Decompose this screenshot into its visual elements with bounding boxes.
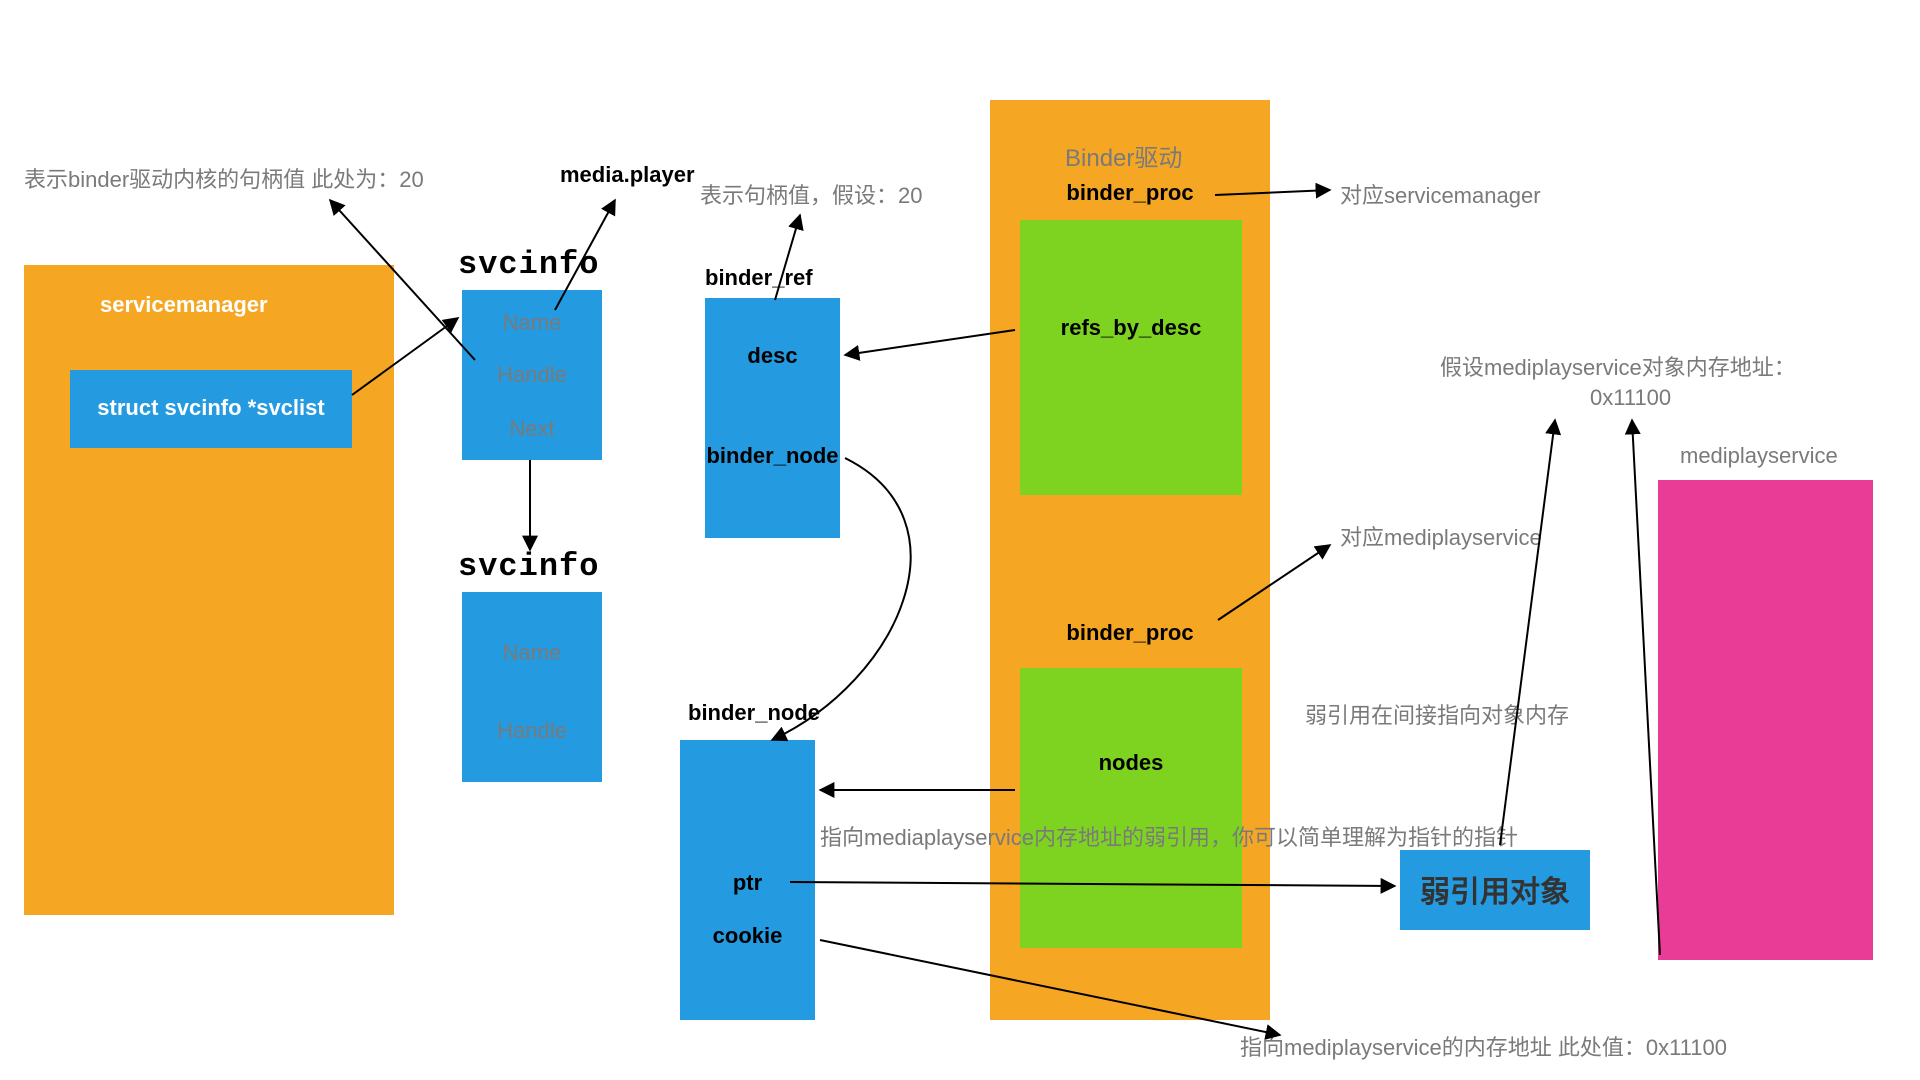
servicemanager-title: servicemanager (100, 292, 268, 318)
annot-weak-explain: 指向mediaplayservice内存地址的弱引用，你可以简单理解为指针的指针 (820, 820, 1518, 852)
servicemanager-box (24, 265, 394, 915)
binder-driver-title: Binder驱动 (1065, 138, 1182, 173)
binder-ref-desc: desc (705, 343, 840, 369)
annot-mem-addr: 0x11100 (1590, 385, 1671, 411)
annot-weak-indirect: 弱引用在间接指向对象内存 (1305, 698, 1569, 730)
svcinfo1-next: Next (462, 416, 602, 442)
binder-proc1-title: binder_proc (990, 180, 1270, 206)
annot-corr-media: 对应mediplayservice (1340, 520, 1542, 552)
media-service-box (1658, 480, 1873, 960)
svclist-label: struct svcinfo *svclist (70, 395, 352, 421)
binder-ref-box (705, 298, 840, 538)
annot-desc-handle: 表示句柄值，假设：20 (700, 178, 922, 210)
svcinfo2-header: svcinfo (458, 548, 599, 585)
svcinfo2-handle: Handle (462, 718, 602, 744)
binder-proc2-title: binder_proc (990, 620, 1270, 646)
svcinfo1-name: Name (462, 310, 602, 336)
svcinfo2-box (462, 592, 602, 782)
binder-proc2-box (1020, 668, 1242, 948)
annot-handle20: 表示binder驱动内核的句柄值 此处为：20 (24, 162, 424, 194)
binder-node-cookie: cookie (680, 923, 815, 949)
annot-corr-svcmgr: 对应servicemanager (1340, 178, 1541, 210)
binder-node-ptr: ptr (680, 870, 815, 896)
binder-proc1-field: refs_by_desc (1020, 315, 1242, 341)
binder-ref-title: binder_ref (705, 265, 813, 291)
svcinfo2-name: Name (462, 640, 602, 666)
binder-node-title: binder_node (688, 700, 820, 726)
binder-proc2-field: nodes (1020, 750, 1242, 776)
binder-proc1-box (1020, 220, 1242, 495)
annot-cookie-points: 指向mediplayservice的内存地址 此处值：0x11100 (1240, 1030, 1727, 1062)
annot-mem-assume: 假设mediplayservice对象内存地址： (1440, 350, 1796, 382)
media-service-title: mediplayservice (1680, 443, 1838, 469)
binder-ref-node: binder_node (695, 443, 850, 469)
svcinfo1-header: svcinfo (458, 246, 599, 283)
svcinfo1-handle: Handle (462, 362, 602, 388)
weak-ref-label: 弱引用对象 (1400, 867, 1590, 911)
annot-media-player: media.player (560, 162, 695, 188)
